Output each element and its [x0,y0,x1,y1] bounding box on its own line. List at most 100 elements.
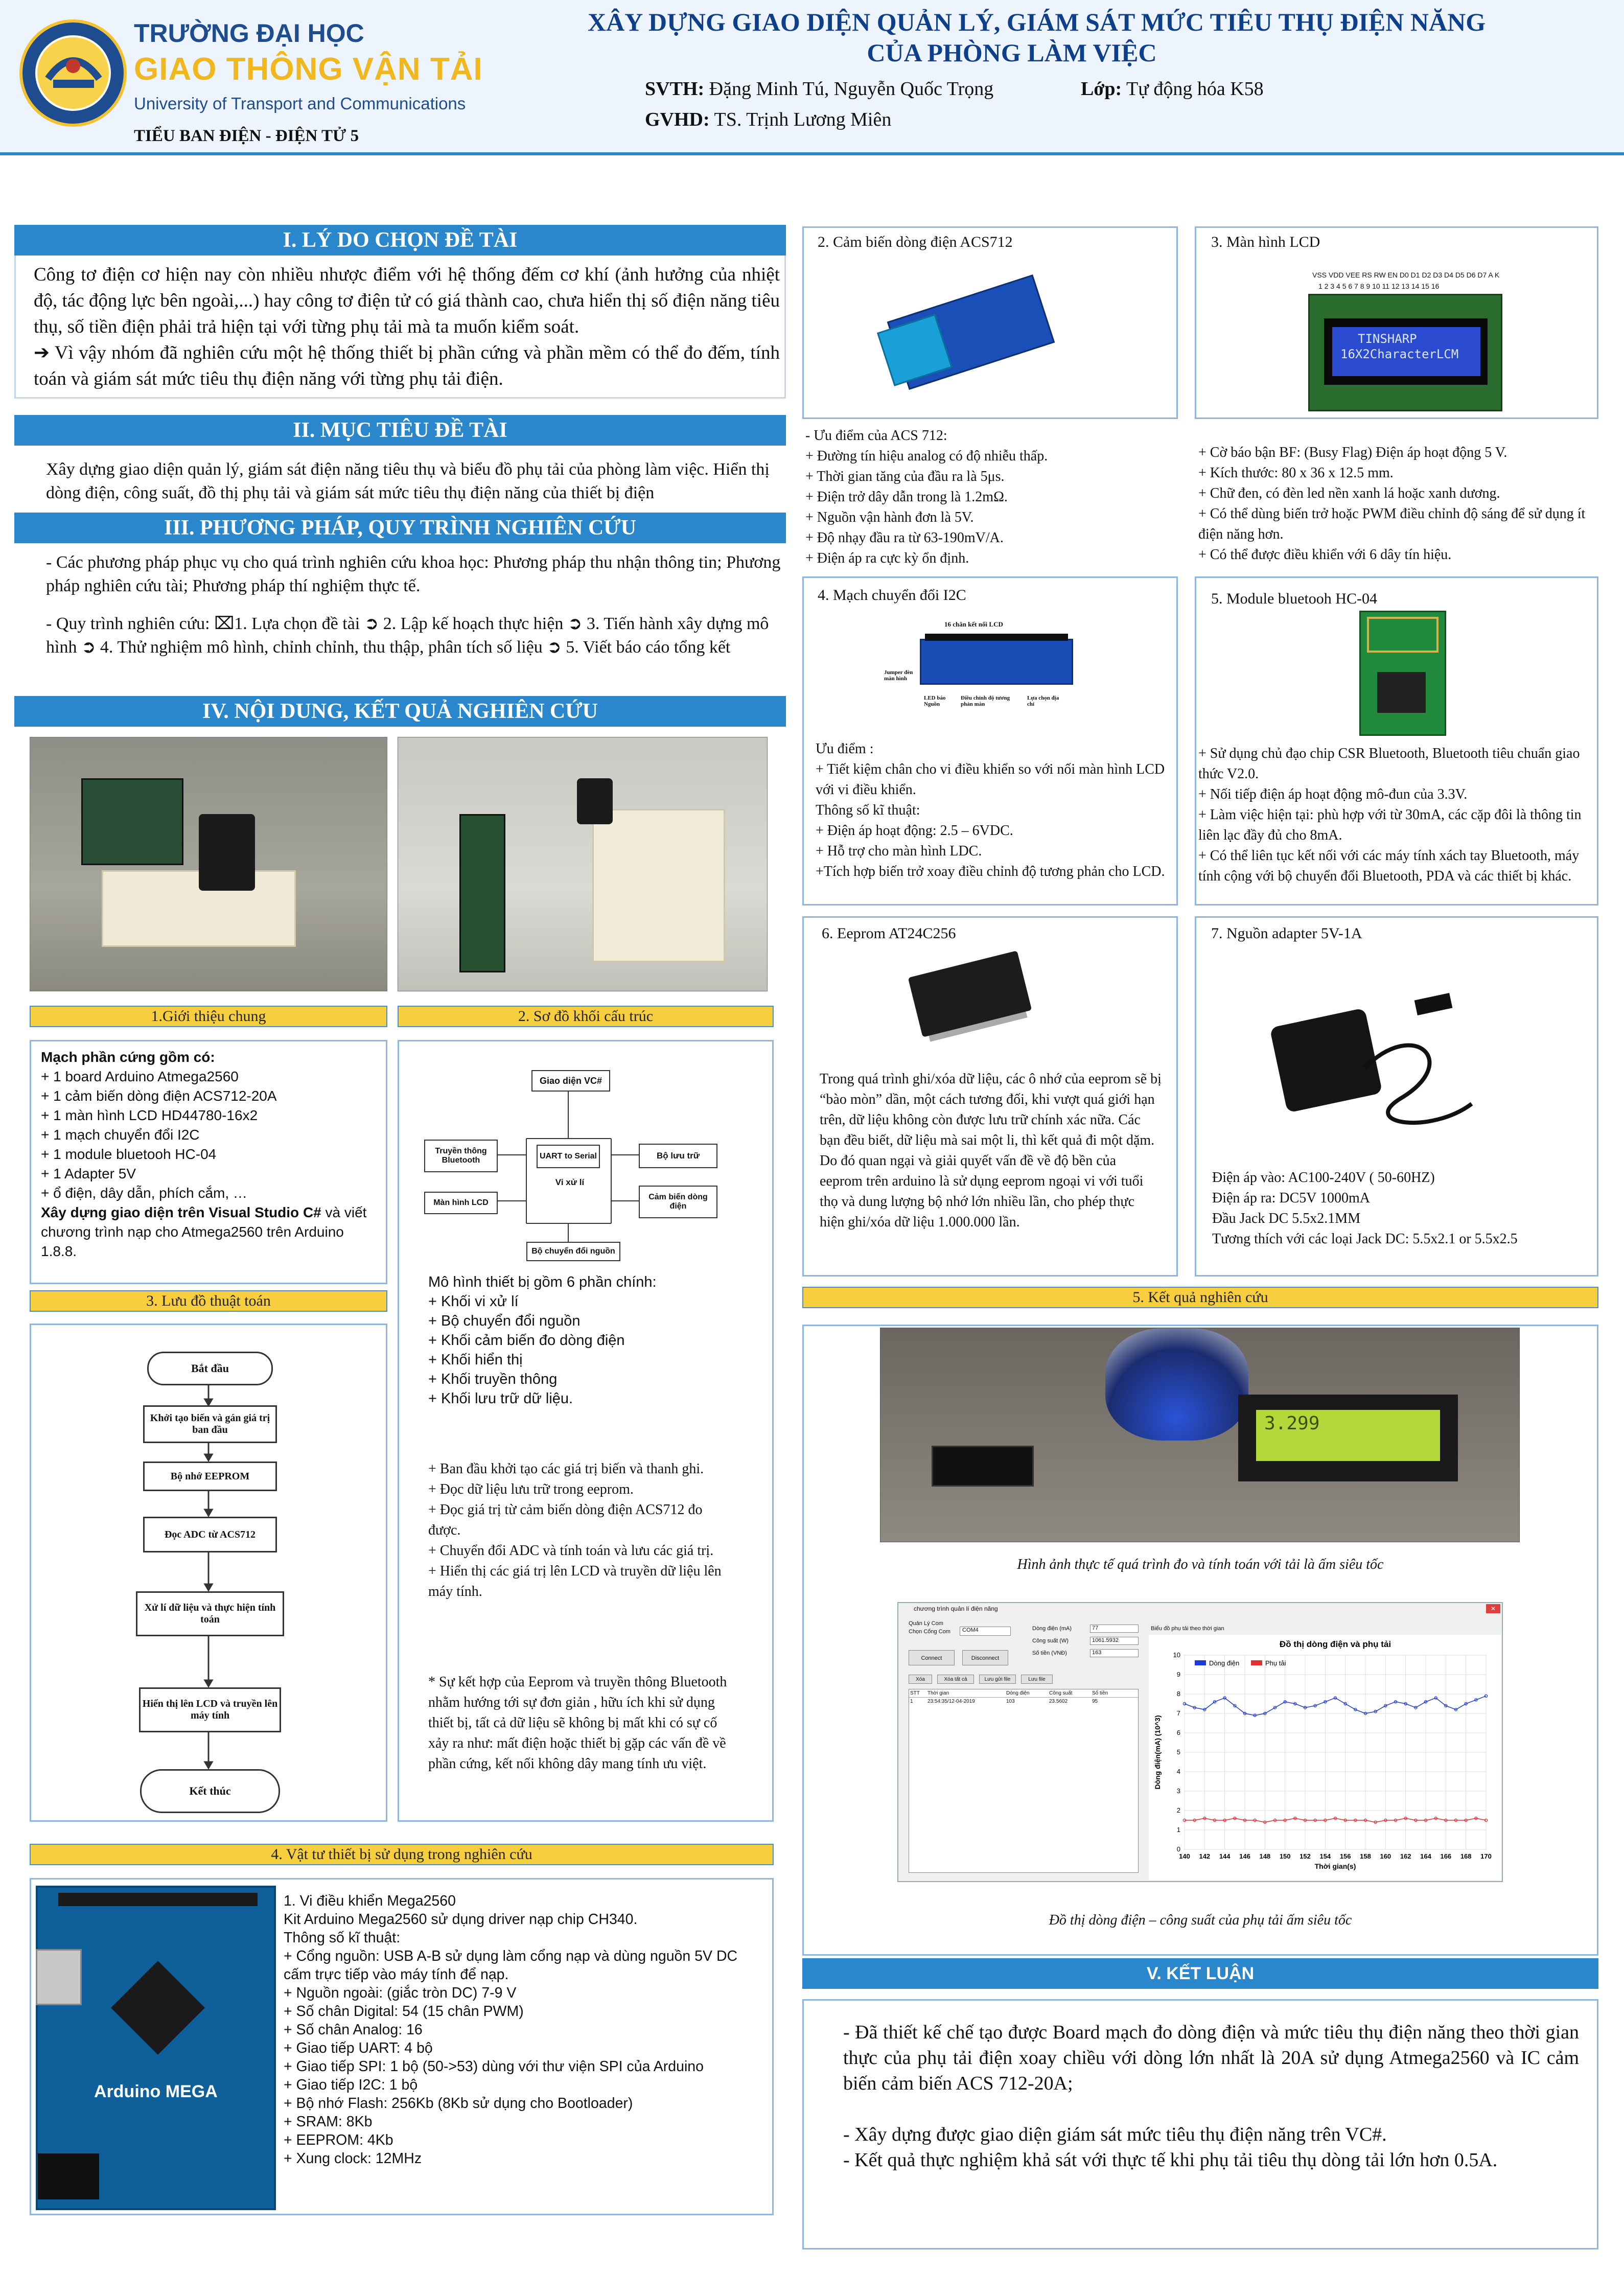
lcd-block [459,814,505,972]
save-send-button[interactable]: Lưu gửi file [979,1675,1016,1684]
money-field[interactable]: 163 [1090,1649,1139,1657]
arduino-label: Arduino MEGA [94,2082,218,2101]
chart-xtick-label: 140 [1179,1852,1190,1860]
class-line: Lớp: Tự động hóa K58 [1081,78,1264,100]
disconnect-button[interactable]: Disconnect [962,1650,1008,1665]
chart-ytick-label: 1 [1177,1826,1180,1834]
td-stt: 1 [910,1699,913,1704]
i2c-board [920,639,1073,685]
chart-xtick-label: 162 [1400,1852,1411,1860]
i2c-image: 16 chân kết nối LCD Jumper đèn màn hình … [884,618,1099,726]
block-note: * Sự kết hợp của Eeprom và truyền thông … [428,1674,727,1772]
section2-body: Xây dựng giao diện quản lý, giám sát điệ… [46,460,770,502]
chart-ytick-label: 2 [1177,1806,1180,1814]
chart-ytick-label: 8 [1177,1690,1180,1698]
data-table[interactable]: STT Thời gian Dòng điện Công suất Số tiề… [909,1689,1139,1873]
intro-bold: Xây dựng giao diện trên Visual Studio C# [41,1204,321,1220]
chart-area: 0 1 2 3 4 5 6 7 8 9 10 140 142 144 146 148 150 152 154 156 1… [1149,1635,1501,1880]
th-time: Thời gian [927,1690,949,1696]
university-name-1: TRƯỜNG ĐẠI HỌC [134,19,364,48]
block-steps: + Ban đầu khởi tạo các giá trị biến và t… [428,1461,722,1599]
subcommittee: TIỂU BAN ĐIỆN - ĐIỆN TỬ 5 [134,127,359,145]
conclusion-heading: V. KẾT LUẬN [802,1958,1598,1989]
flow-adc: Đọc ADC từ ACS712 [143,1517,277,1552]
lcd-pins: VSS VDD VEE RS RW EN D0 D1 D2 D3 D4 D5 D… [1312,271,1500,279]
app-window: chương trình quản lí điện năng ✕ Quản Lý… [897,1602,1503,1882]
result-photo: 3.299 [880,1328,1520,1542]
chart-xtick-label: 150 [1280,1852,1291,1860]
block-uart: UART to Serial [537,1145,600,1168]
small-lcd [932,1446,1034,1487]
result-bar: 5. Kết quả nghiên cứu [802,1287,1598,1308]
bt-caption: 5. Module bluetooh HC-04 [1211,590,1377,607]
power-field[interactable]: 1061.5932 [1090,1637,1139,1645]
adapter-caption: 7. Nguồn adapter 5V-1A [1211,925,1362,942]
section1-para1: Công tơ điện cơ hiện nay còn nhiều nhược… [34,264,780,337]
lcd-caption: 3. Màn hình LCD [1211,234,1320,250]
block-storage: Bộ lưu trữ [639,1144,717,1168]
kettle [1105,1328,1248,1441]
th-stt: STT [910,1690,920,1696]
usb-port [36,1949,82,2005]
delete-button[interactable]: Xóa [909,1675,932,1684]
section3-heading: III. PHƯƠNG PHÁP, QUY TRÌNH NGHIÊN CỨU [14,513,786,543]
poster-title-2: CỦA PHÒNG LÀM VIỆC [867,38,1157,67]
section3-body: - Các phương pháp phục vụ cho quá trình … [46,551,782,659]
section1-heading: I. LÝ DO CHỌN ĐỀ TÀI [14,225,786,256]
conclusion-text: - Đã thiết kế chế tạo được Board mạch đo… [843,2022,1579,2171]
i2c-label-address: Lựa chọn địa chỉ [1027,695,1059,707]
chart-ylabel: Dòng điện(mA) (10^3) [1153,1715,1162,1789]
td-current: 103 [1006,1699,1015,1704]
power-label: Công suất (W) [1032,1638,1069,1644]
chart-xtick-label: 170 [1480,1852,1492,1860]
intro-bar: 1.Giới thiệu chung [30,1006,387,1027]
intro-items: + 1 board Arduino Atmega2560 + 1 cảm biế… [41,1069,277,1201]
section3-para2: - Quy trình nghiên cứu: ⌧1. Lựa chọn đề … [46,614,769,657]
block-model-text: Mô hình thiết bị gồm 6 phần chính: + Khố… [428,1274,657,1407]
materials-bar: 4. Vật tư thiết bị sử dụng trong nghiên … [30,1844,774,1865]
materials-text: 1. Vi điều khiển Mega2560 Kit Arduino Me… [284,1893,738,2167]
gvhd-label: GVHD: [645,109,710,130]
com-port-select[interactable]: COM4 [960,1627,1011,1636]
table-row[interactable]: 1 23:54:35/12-04-2019 103 23.5602 95 [909,1698,1138,1705]
eeprom-caption: 6. Eeprom AT24C256 [822,925,956,942]
block-sensor: Cảm biến dòng điện [639,1186,717,1218]
current-field[interactable]: 77 [1090,1625,1139,1633]
chart-xtick-label: 146 [1239,1852,1250,1860]
chart-xtick-label: 160 [1380,1852,1391,1860]
delete-all-button[interactable]: Xóa tất cả [937,1675,974,1684]
lcd-text: + Cờ báo bận BF: (Busy Flag) Điện áp hoạ… [1198,445,1586,563]
chart-title: Đồ thị dòng điện và phụ tải [1280,1639,1391,1649]
chart-xtick-label: 154 [1319,1852,1331,1860]
board-block [81,778,183,865]
section4-heading: IV. NỘI DUNG, KẾT QUẢ NGHIÊN CỨU [14,696,786,727]
header-rule [0,152,1624,155]
adapter-cable [1363,993,1473,1125]
adapter-text: Điện áp vào: AC100-240V ( 50-60HZ) Điện … [1212,1170,1518,1247]
lcd-screen: TINSHARP 16X2CharacterLCM [1332,327,1480,376]
bt-text: + Sử dụng chủ đạo chip CSR Bluetooth, Bl… [1198,746,1582,884]
app-close-icon[interactable]: ✕ [1486,1604,1500,1613]
current-label: Dòng điện (mA) [1032,1626,1072,1632]
chart-xtick-label: 158 [1360,1852,1371,1860]
flow-start: Bắt đầu [147,1352,273,1385]
university-seal [19,19,127,127]
chart-ytick-label: 5 [1177,1748,1180,1756]
th-power: Công suất [1049,1690,1073,1696]
lcd-module: TINSHARP 16X2CharacterLCM [1308,294,1502,411]
chart-xtick-label: 164 [1420,1852,1431,1860]
power-jack [38,2153,99,2199]
save-file-button[interactable]: Lưu file [1021,1675,1053,1684]
chart-ytick-label: 6 [1177,1729,1180,1736]
chart-ytick-label: 9 [1177,1671,1180,1678]
device-photo-1 [30,737,387,991]
connect-button[interactable]: Connect [909,1650,955,1665]
svth-label: SVTH: [645,78,705,100]
block-bar: 2. Sơ đồ khối cấu trúc [398,1006,774,1027]
university-name-en: University of Transport and Communicatio… [134,94,466,113]
chart-ytick-label: 4 [1177,1768,1180,1775]
lcd-screen-line2: 16X2CharacterLCM [1340,347,1459,361]
chart-tab[interactable]: Biểu đồ phụ tải theo thời gian [1151,1626,1224,1632]
lcd-screen-line1: TINSHARP [1358,332,1417,346]
section3-para1: - Các phương pháp phục vụ cho quá trình … [46,553,781,595]
